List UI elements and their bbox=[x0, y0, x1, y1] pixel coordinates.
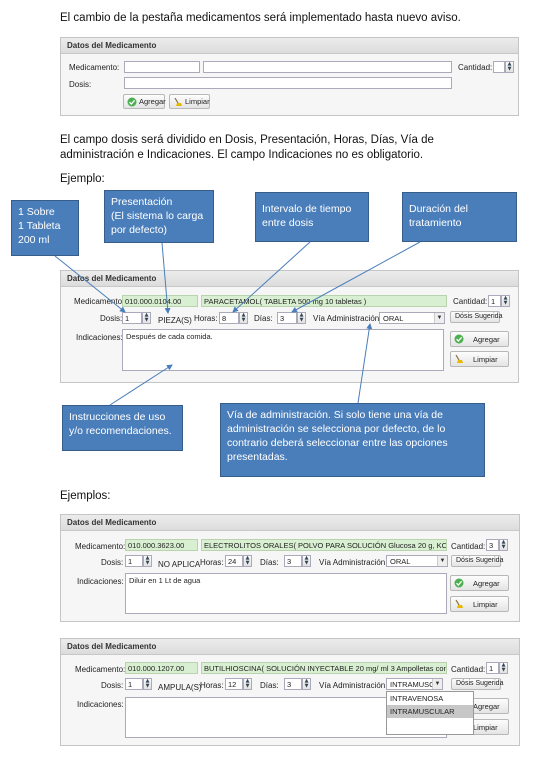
limpiar-label: Limpiar bbox=[473, 600, 498, 609]
chevron-down-icon: ▼ bbox=[432, 679, 442, 689]
cantidad-label: Cantidad: bbox=[451, 665, 486, 674]
arrow-dias bbox=[291, 241, 421, 313]
dosis-label: Dosis: bbox=[101, 681, 124, 690]
presentacion-label: AMPULA(S) bbox=[158, 683, 202, 692]
indicaciones-label: Indicaciones: bbox=[77, 577, 124, 586]
panel-title: Datos del Medicamento bbox=[61, 515, 519, 531]
agregar-label: Agregar bbox=[473, 702, 500, 711]
via-option-intravenosa[interactable]: INTRAVENOSA bbox=[387, 692, 473, 705]
horas-label: Horas: bbox=[200, 558, 224, 567]
via-select[interactable]: ORAL ▼ bbox=[386, 555, 448, 567]
arrow-presentacion bbox=[161, 242, 171, 314]
dias-input[interactable]: 3 bbox=[284, 678, 302, 690]
cantidad-input[interactable]: 1 bbox=[486, 662, 499, 674]
limpiar-button[interactable]: Limpiar bbox=[450, 596, 509, 612]
medicamento-code-input[interactable]: 010.000.3623.00 bbox=[125, 539, 198, 551]
panel-title: Datos del Medicamento bbox=[61, 639, 519, 655]
indicaciones-label: Indicaciones: bbox=[77, 700, 124, 709]
dosis-sugerida-button[interactable]: Dósis Sugerida bbox=[451, 555, 504, 567]
dosis-sugerida-label: Dósis Sugerida bbox=[456, 680, 504, 687]
chevron-down-icon: ▼ bbox=[437, 556, 447, 566]
dias-input[interactable]: 3 bbox=[284, 555, 302, 567]
check-icon bbox=[454, 578, 464, 588]
arrow-horas bbox=[232, 241, 311, 313]
dosis-label: Dosis: bbox=[101, 558, 124, 567]
cantidad-spinner[interactable]: ▲ ▼ bbox=[499, 539, 508, 551]
dosis-input[interactable]: 1 bbox=[125, 555, 143, 567]
via-select-value: ORAL bbox=[390, 557, 411, 566]
arrow-via bbox=[357, 323, 373, 404]
dias-spinner[interactable]: ▲ ▼ bbox=[302, 555, 311, 567]
via-label: Vía Administración: bbox=[319, 558, 388, 567]
medicamento-code-input[interactable]: 010.000.1207.00 bbox=[125, 662, 198, 674]
via-select[interactable]: INTRAMUSC ▼ bbox=[386, 678, 443, 690]
broom-icon bbox=[455, 599, 463, 608]
indicaciones-textarea[interactable]: Diluir en 1 Lt de agua bbox=[125, 573, 447, 614]
presentacion-label: NO APLICA bbox=[158, 560, 201, 569]
dias-spinner[interactable]: ▲ ▼ bbox=[302, 678, 311, 690]
ejemplos-label: Ejemplos: bbox=[60, 490, 111, 502]
agregar-button[interactable]: Agregar bbox=[450, 575, 509, 591]
cantidad-input[interactable]: 3 bbox=[486, 539, 499, 551]
dosis-sugerida-button[interactable]: Dósis Sugerida bbox=[451, 678, 504, 690]
horas-label: Horas: bbox=[200, 681, 224, 690]
via-select-value: INTRAMUSC bbox=[390, 680, 435, 689]
medicamento-desc-input[interactable]: BUTILHIOSCINA( SOLUCIÓN INYECTABLE 20 mg… bbox=[201, 662, 447, 674]
horas-spinner[interactable]: ▲ ▼ bbox=[243, 555, 252, 567]
dosis-spinner[interactable]: ▲ ▼ bbox=[143, 555, 152, 567]
medicamento-desc-input[interactable]: ELECTROLITOS ORALES( POLVO PARA SOLUCIÓN… bbox=[201, 539, 447, 551]
arrow-indicaciones bbox=[109, 364, 173, 406]
cantidad-label: Cantidad: bbox=[451, 542, 486, 551]
dosis-spinner[interactable]: ▲ ▼ bbox=[143, 678, 152, 690]
medicamento-label: Medicamento: bbox=[75, 665, 126, 674]
horas-input[interactable]: 12 bbox=[225, 678, 243, 690]
dosis-input[interactable]: 1 bbox=[125, 678, 143, 690]
dosis-sugerida-label: Dósis Sugerida bbox=[456, 557, 504, 564]
horas-input[interactable]: 24 bbox=[225, 555, 243, 567]
medicamento-label: Medicamento: bbox=[75, 542, 126, 551]
via-option-intramuscular[interactable]: INTRAMUSCULAR bbox=[387, 705, 473, 718]
limpiar-label: Limpiar bbox=[473, 723, 498, 732]
arrow-dosis bbox=[54, 255, 126, 313]
horas-spinner[interactable]: ▲ ▼ bbox=[243, 678, 252, 690]
dias-label: Días: bbox=[260, 558, 279, 567]
via-dropdown-list[interactable]: INTRAVENOSA INTRAMUSCULAR bbox=[386, 691, 474, 735]
dias-label: Días: bbox=[260, 681, 279, 690]
agregar-label: Agregar bbox=[473, 579, 500, 588]
via-label: Vía Administración: bbox=[319, 681, 388, 690]
cantidad-spinner[interactable]: ▲ ▼ bbox=[499, 662, 508, 674]
